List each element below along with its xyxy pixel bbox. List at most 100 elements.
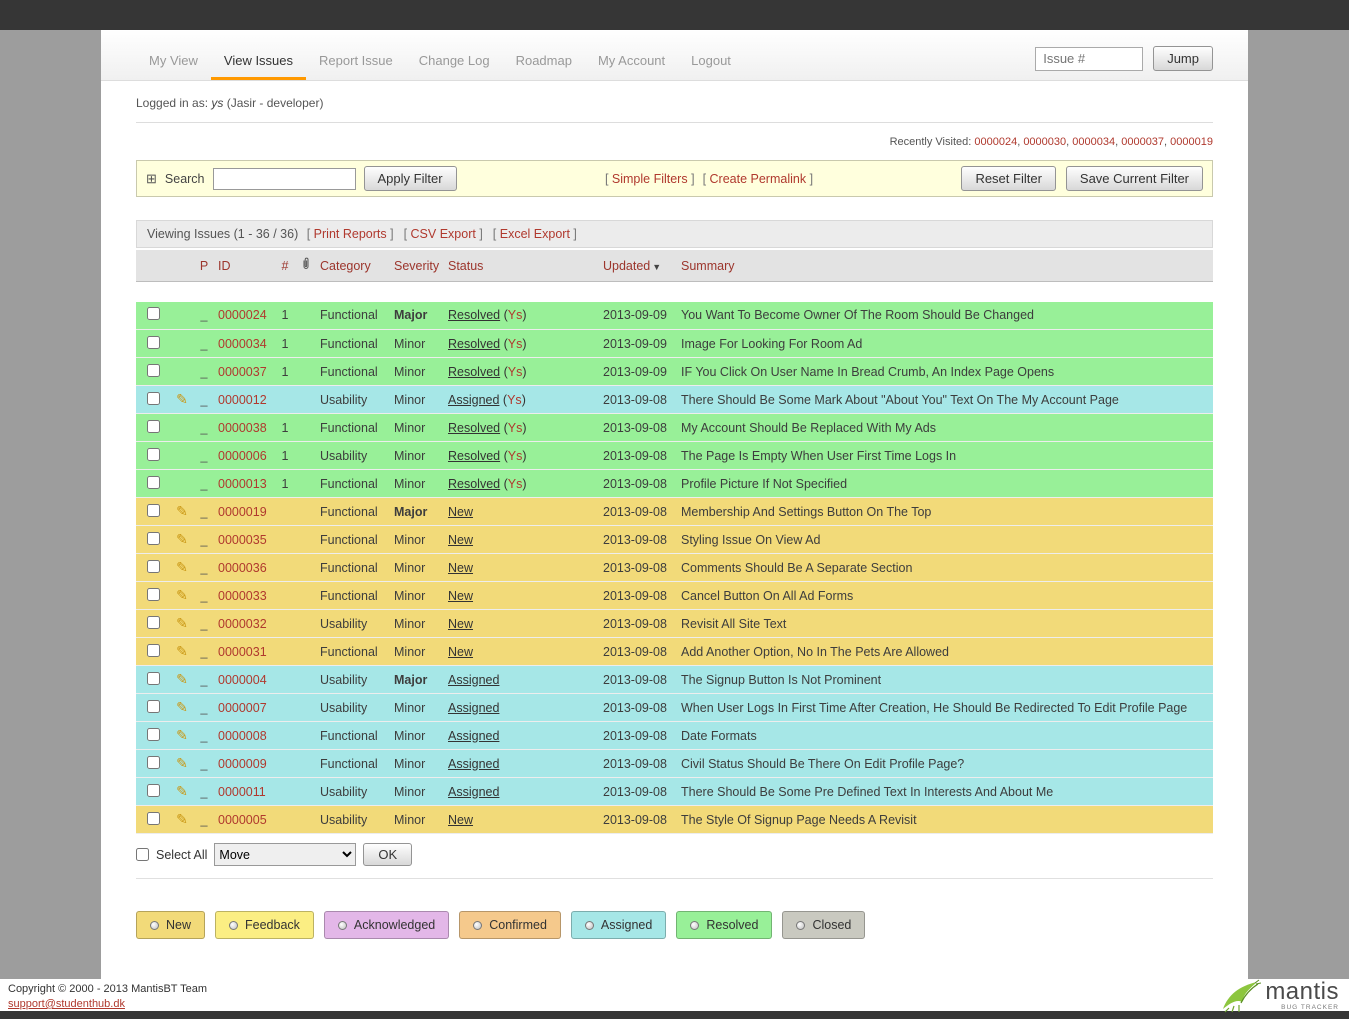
- edit-pencil-icon[interactable]: ✎: [176, 671, 188, 687]
- issue-id-link[interactable]: 0000012: [218, 393, 267, 407]
- col-updated[interactable]: Updated: [603, 259, 650, 273]
- tab-change-log[interactable]: Change Log: [406, 44, 503, 80]
- row-checkbox[interactable]: [146, 755, 160, 769]
- status-link[interactable]: Resolved: [448, 365, 500, 379]
- col-summary[interactable]: Summary: [681, 259, 734, 273]
- tab-logout[interactable]: Logout: [678, 44, 744, 80]
- recent-issue-link[interactable]: 0000019: [1170, 136, 1213, 148]
- row-checkbox[interactable]: [146, 335, 160, 349]
- tab-report-issue[interactable]: Report Issue: [306, 44, 406, 80]
- tab-view-issues[interactable]: View Issues: [210, 44, 307, 80]
- issue-id-link[interactable]: 0000031: [218, 645, 267, 659]
- issue-id-link[interactable]: 0000032: [218, 617, 267, 631]
- export-link-excel-export[interactable]: Excel Export: [500, 227, 570, 241]
- issue-id-link[interactable]: 0000034: [218, 337, 267, 351]
- issue-id-link[interactable]: 0000009: [218, 757, 267, 771]
- bulk-action-select[interactable]: Move: [214, 843, 357, 866]
- row-checkbox[interactable]: [146, 783, 160, 797]
- search-input[interactable]: [212, 167, 356, 190]
- filter-link-simple-filters[interactable]: Simple Filters: [612, 172, 688, 186]
- edit-pencil-icon[interactable]: ✎: [176, 727, 188, 743]
- status-link[interactable]: New: [448, 617, 473, 631]
- reset-filter-button[interactable]: Reset Filter: [961, 166, 1056, 191]
- edit-pencil-icon[interactable]: ✎: [176, 391, 188, 407]
- issue-id-link[interactable]: 0000011: [218, 785, 266, 799]
- status-link[interactable]: New: [448, 505, 473, 519]
- issue-id-link[interactable]: 0000024: [218, 308, 267, 322]
- ok-button[interactable]: OK: [363, 843, 413, 866]
- status-link[interactable]: Resolved: [448, 449, 500, 463]
- status-link[interactable]: Assigned: [448, 757, 499, 771]
- col-notes-count[interactable]: #: [282, 259, 289, 273]
- status-link[interactable]: Resolved: [448, 477, 500, 491]
- issue-id-link[interactable]: 0000013: [218, 477, 267, 491]
- recent-issue-link[interactable]: 0000030: [1023, 136, 1066, 148]
- save-current-filter-button[interactable]: Save Current Filter: [1065, 166, 1203, 191]
- issue-id-link[interactable]: 0000035: [218, 533, 267, 547]
- select-all-checkbox[interactable]: [136, 848, 149, 861]
- edit-pencil-icon[interactable]: ✎: [176, 503, 188, 519]
- status-link[interactable]: Resolved: [448, 421, 500, 435]
- col-severity[interactable]: Severity: [394, 259, 439, 273]
- row-checkbox[interactable]: [146, 391, 160, 405]
- recent-issue-link[interactable]: 0000037: [1121, 136, 1164, 148]
- recent-issue-link[interactable]: 0000034: [1072, 136, 1115, 148]
- issue-id-link[interactable]: 0000036: [218, 561, 267, 575]
- edit-pencil-icon[interactable]: ✎: [176, 531, 188, 547]
- handler-link[interactable]: Ys: [508, 337, 523, 351]
- row-checkbox[interactable]: [146, 447, 160, 461]
- edit-pencil-icon[interactable]: ✎: [176, 783, 188, 799]
- status-link[interactable]: New: [448, 533, 473, 547]
- status-link[interactable]: Assigned: [448, 701, 499, 715]
- status-link[interactable]: Assigned: [448, 673, 499, 687]
- apply-filter-button[interactable]: Apply Filter: [363, 166, 457, 191]
- status-link[interactable]: New: [448, 813, 473, 827]
- edit-pencil-icon[interactable]: ✎: [176, 811, 188, 827]
- handler-link[interactable]: Ys: [508, 308, 523, 322]
- row-checkbox[interactable]: [146, 811, 160, 825]
- col-id[interactable]: ID: [218, 259, 231, 273]
- issue-id-link[interactable]: 0000019: [218, 505, 267, 519]
- filter-link-create-permalink[interactable]: Create Permalink: [710, 172, 807, 186]
- jump-button[interactable]: Jump: [1153, 46, 1213, 71]
- tab-my-view[interactable]: My View: [136, 44, 211, 80]
- handler-link[interactable]: Ys: [508, 477, 523, 491]
- row-checkbox[interactable]: [146, 727, 160, 741]
- handler-link[interactable]: Ys: [508, 421, 523, 435]
- handler-link[interactable]: Ys: [507, 393, 522, 407]
- row-checkbox[interactable]: [146, 615, 160, 629]
- edit-pencil-icon[interactable]: ✎: [176, 559, 188, 575]
- status-link[interactable]: Resolved: [448, 337, 500, 351]
- handler-link[interactable]: Ys: [508, 365, 523, 379]
- edit-pencil-icon[interactable]: ✎: [176, 615, 188, 631]
- handler-link[interactable]: Ys: [508, 449, 523, 463]
- status-link[interactable]: Assigned: [448, 393, 499, 407]
- issue-id-link[interactable]: 0000005: [218, 813, 267, 827]
- edit-pencil-icon[interactable]: ✎: [176, 643, 188, 659]
- status-link[interactable]: Assigned: [448, 785, 499, 799]
- issue-id-link[interactable]: 0000008: [218, 729, 267, 743]
- issue-id-link[interactable]: 0000037: [218, 365, 267, 379]
- export-link-csv-export[interactable]: CSV Export: [411, 227, 476, 241]
- col-category[interactable]: Category: [320, 259, 371, 273]
- row-checkbox[interactable]: [146, 671, 160, 685]
- tab-roadmap[interactable]: Roadmap: [503, 44, 585, 80]
- row-checkbox[interactable]: [146, 643, 160, 657]
- filter-expand-icon[interactable]: ⊞: [146, 171, 157, 187]
- col-status[interactable]: Status: [448, 259, 483, 273]
- export-link-print-reports[interactable]: Print Reports: [314, 227, 387, 241]
- edit-pencil-icon[interactable]: ✎: [176, 755, 188, 771]
- row-checkbox[interactable]: [146, 699, 160, 713]
- row-checkbox[interactable]: [146, 307, 160, 321]
- status-link[interactable]: New: [448, 589, 473, 603]
- edit-pencil-icon[interactable]: ✎: [176, 699, 188, 715]
- col-attachments[interactable]: [296, 250, 316, 282]
- recent-issue-link[interactable]: 0000024: [974, 136, 1017, 148]
- issue-number-input[interactable]: [1035, 46, 1144, 71]
- tab-my-account[interactable]: My Account: [585, 44, 678, 80]
- status-link[interactable]: New: [448, 561, 473, 575]
- status-link[interactable]: Resolved: [448, 308, 500, 322]
- issue-id-link[interactable]: 0000033: [218, 589, 267, 603]
- row-checkbox[interactable]: [146, 419, 160, 433]
- row-checkbox[interactable]: [146, 363, 160, 377]
